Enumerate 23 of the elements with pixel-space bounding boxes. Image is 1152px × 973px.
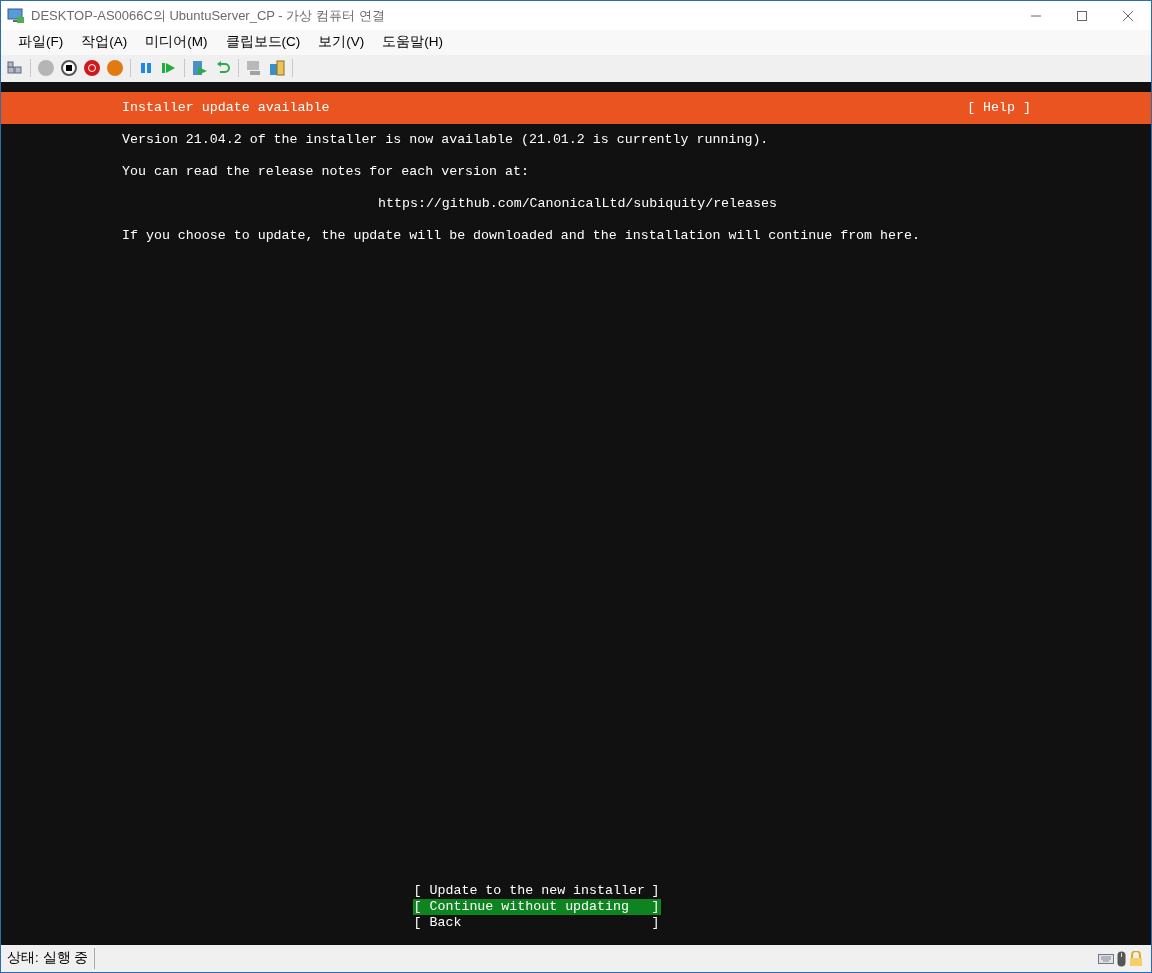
close-icon[interactable] — [1123, 10, 1133, 21]
menu-item[interactable]: 도움말(H) — [373, 32, 452, 53]
menu-item[interactable]: 작업(A) — [72, 32, 137, 53]
info-text: You can read the release notes for each version at: — [122, 164, 530, 180]
lock-icon — [1129, 951, 1143, 966]
menu-item[interactable]: 보기(V) — [309, 32, 374, 53]
header-title: Installer update available — [122, 99, 330, 118]
window-title: DESKTOP-AS0066C의 UbuntuServer_CP - 가상 컴퓨터 연결 — [31, 6, 385, 25]
help-link[interactable]: [ Help ] — [967, 98, 1031, 118]
menu-option[interactable]: [ Back ] — [412, 915, 661, 931]
monitor-icon — [7, 7, 25, 24]
menu-item[interactable]: 클립보드(C) — [216, 32, 310, 53]
mouse-icon — [1117, 950, 1126, 967]
info-text: Version 21.04.2 of the installer is now available (21.01.2 is currently running). — [122, 132, 770, 148]
menu-option[interactable]: [ Update to the new installer ] — [412, 883, 661, 899]
menu-item[interactable]: 파일(F) — [9, 32, 73, 53]
info-text: If you choose to update, the update will be downloaded and the installation will continue from here. — [122, 228, 921, 244]
menu-option[interactable]: [ Continue without updating ] — [412, 899, 661, 915]
keyboard-icon — [1098, 953, 1114, 964]
url-text: https://github.com/CanonicalLtd/subiquity/releases — [377, 196, 778, 212]
status-text: 상태: 실행 중 — [1, 948, 96, 969]
maximize-icon[interactable] — [1077, 10, 1087, 21]
menu-item[interactable]: 미디어(M) — [136, 32, 217, 53]
